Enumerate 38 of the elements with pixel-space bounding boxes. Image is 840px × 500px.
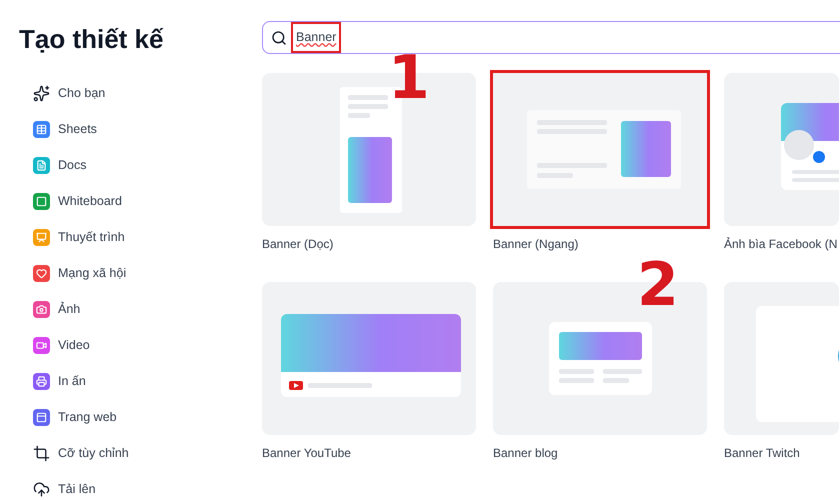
table-icon bbox=[33, 120, 50, 138]
template-title: Banner YouTube bbox=[262, 445, 351, 462]
template-title: Ảnh bìa Facebook (N bbox=[724, 236, 838, 253]
category-link[interactable]: Ảnh bbox=[58, 300, 80, 318]
document-icon bbox=[33, 156, 50, 174]
template-title: Banner blog bbox=[493, 445, 558, 462]
category-link[interactable]: Sheets bbox=[58, 120, 97, 138]
printer-icon bbox=[33, 372, 50, 390]
cloud-upload-icon bbox=[33, 480, 50, 498]
step-number: 2 bbox=[637, 255, 679, 315]
template-title: Banner Twitch bbox=[724, 445, 800, 462]
template-title: Banner (Ngang) bbox=[493, 236, 578, 253]
category-link[interactable]: Thuyết trình bbox=[58, 228, 125, 246]
category-link[interactable]: Trang web bbox=[58, 408, 117, 426]
search-field[interactable]: Banner bbox=[262, 21, 840, 54]
template-thumbnail[interactable] bbox=[724, 282, 839, 435]
category-link[interactable]: Whiteboard bbox=[58, 192, 122, 210]
video-icon bbox=[33, 336, 50, 354]
template-title: Banner (Dọc) bbox=[262, 236, 334, 253]
search-icon bbox=[271, 30, 287, 46]
page-title: Tạo thiết kế bbox=[19, 23, 164, 56]
search-value: Banner bbox=[293, 24, 340, 51]
camera-icon bbox=[33, 300, 50, 318]
template-thumbnail[interactable] bbox=[493, 73, 707, 226]
whiteboard-icon bbox=[33, 192, 50, 210]
category-link[interactable]: Tải lên bbox=[58, 480, 96, 498]
template-thumbnail[interactable] bbox=[262, 282, 476, 435]
presentation-icon bbox=[33, 228, 50, 246]
category-link[interactable]: Mạng xã hội bbox=[58, 264, 126, 282]
category-link[interactable]: Cỡ tùy chỉnh bbox=[58, 444, 129, 462]
sparkles-icon bbox=[33, 84, 50, 102]
crop-icon bbox=[33, 444, 50, 462]
template-thumbnail[interactable] bbox=[724, 73, 839, 226]
category-link[interactable]: Video bbox=[58, 336, 90, 354]
category-link[interactable]: Docs bbox=[58, 156, 86, 174]
browser-icon bbox=[33, 408, 50, 426]
category-link[interactable]: In ấn bbox=[58, 372, 86, 390]
category-link[interactable]: Cho bạn bbox=[58, 84, 106, 102]
